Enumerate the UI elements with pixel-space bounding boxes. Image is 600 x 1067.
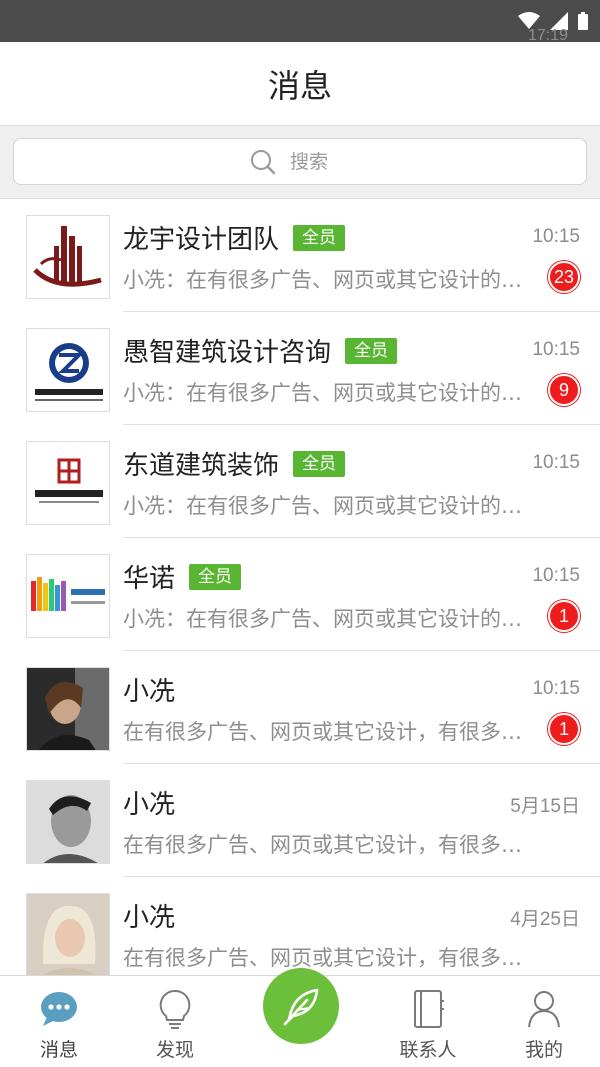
search-area: [0, 126, 600, 199]
conversation-item[interactable]: 龙宇设计团队 全员 10:15 小冼：在有很多广告、网页或其它设计的内容 23: [0, 199, 600, 312]
conversation-item[interactable]: 小冼 5月15日 在有很多广告、网页或其它设计，有很多内容: [0, 764, 600, 877]
message-preview: 在有很多广告、网页或其它设计，有很多内容: [123, 720, 533, 744]
name-line: 华诺 全员: [123, 558, 242, 595]
user-photo-icon: [27, 781, 109, 863]
unread-badge: 1: [548, 713, 580, 745]
huanuo-logo-icon: [31, 577, 105, 611]
conversation-name: 小冼: [123, 790, 176, 820]
avatar: [26, 893, 110, 975]
member-tag: 全员: [293, 450, 346, 477]
name-line: 小冼: [123, 671, 175, 708]
conversation-time: 10:15: [532, 226, 580, 247]
dongdao-logo-icon: [35, 458, 103, 503]
avatar: [26, 328, 110, 412]
battery-icon: [578, 12, 588, 30]
user-photo-icon: [27, 668, 109, 750]
avatar: [26, 780, 110, 864]
conversation-item[interactable]: 华诺 全员 10:15 小冼：在有很多广告、网页或其它设计的内容 1: [0, 538, 600, 651]
yuzhi-logo-icon: [35, 343, 103, 401]
conversation-time: 10:15: [532, 452, 580, 473]
tab-messages-label: 消息: [39, 1039, 78, 1061]
tab-messages[interactable]: 消息: [9, 976, 109, 1067]
name-line: 小冼: [123, 897, 175, 934]
tab-contacts[interactable]: 联系人: [378, 976, 478, 1067]
conversation-name: 东道建筑装饰: [123, 451, 280, 481]
user-photo-icon: [27, 894, 109, 975]
search-input[interactable]: [290, 150, 350, 173]
lightbulb-icon: [159, 989, 191, 1029]
message-preview: 在有很多广告、网页或其它设计，有很多内容: [123, 946, 533, 970]
conversation-item[interactable]: 东道建筑装饰 全员 10:15 小冼：在有很多广告、网页或其它设计的内容: [0, 425, 600, 538]
name-line: 东道建筑装饰 全员: [123, 445, 346, 482]
conversation-name: 小冼: [123, 903, 176, 933]
message-preview: 小冼：在有很多广告、网页或其它设计的内容: [123, 381, 533, 405]
tab-mine[interactable]: 我的: [494, 976, 594, 1067]
conversation-list: 龙宇设计团队 全员 10:15 小冼：在有很多广告、网页或其它设计的内容 23 …: [0, 199, 600, 975]
conversation-item[interactable]: 小冼 4月25日 在有很多广告、网页或其它设计，有很多内容: [0, 877, 600, 975]
avatar: [26, 441, 110, 525]
member-tag: 全员: [345, 337, 398, 364]
status-icons: 17:19: [518, 0, 588, 44]
conversation-name: 愚智建筑设计咨询: [123, 338, 332, 368]
member-tag: 全员: [189, 563, 242, 590]
unread-badge: 1: [548, 600, 580, 632]
conversation-time: 5月15日: [510, 796, 580, 817]
search-icon: [251, 149, 276, 174]
conversation-item[interactable]: 愚智建筑设计咨询 全员 10:15 小冼：在有很多广告、网页或其它设计的内容 9: [0, 312, 600, 425]
conversation-time: 10:15: [532, 565, 580, 586]
compose-button[interactable]: [263, 968, 339, 1044]
tab-discover[interactable]: 发现: [125, 976, 225, 1067]
conversation-item[interactable]: 小冼 10:15 在有很多广告、网页或其它设计，有很多内容 1: [0, 651, 600, 764]
bottom-tab-bar: 消息 发现 联系人 我的: [0, 968, 600, 1067]
conversation-name: 龙宇设计团队: [123, 225, 280, 255]
message-preview: 在有很多广告、网页或其它设计，有很多内容: [123, 833, 533, 857]
search-box[interactable]: [13, 138, 587, 185]
avatar: [26, 667, 110, 751]
message-preview: 小冼：在有很多广告、网页或其它设计的内容: [123, 494, 533, 518]
chat-bubble-icon: [41, 992, 77, 1026]
feather-icon: [283, 988, 319, 1026]
message-preview: 小冼：在有很多广告、网页或其它设计的内容: [123, 268, 533, 292]
header: 消息: [0, 42, 600, 126]
name-line: 小冼: [123, 784, 175, 821]
page-title: 消息: [267, 66, 332, 105]
tab-mine-label: 我的: [524, 1039, 563, 1061]
name-line: 龙宇设计团队 全员: [123, 219, 346, 256]
conversation-name: 华诺: [123, 564, 176, 594]
tab-contacts-label: 联系人: [399, 1039, 457, 1061]
message-preview: 小冼：在有很多广告、网页或其它设计的内容: [123, 607, 533, 631]
avatar: [26, 215, 110, 299]
longyu-logo-icon: [33, 226, 102, 287]
unread-badge: 9: [548, 374, 580, 406]
conversation-time: 4月25日: [510, 909, 580, 930]
conversation-name: 小冼: [123, 677, 176, 707]
address-book-icon: [414, 990, 444, 1028]
tab-discover-label: 发现: [155, 1039, 194, 1061]
unread-badge: 23: [547, 261, 580, 293]
user-icon: [528, 991, 560, 1028]
conversation-time: 10:15: [532, 678, 580, 699]
status-bar: 17:19: [0, 0, 600, 44]
conversation-time: 10:15: [532, 339, 580, 360]
member-tag: 全员: [293, 224, 346, 251]
avatar: [26, 554, 110, 638]
name-line: 愚智建筑设计咨询 全员: [123, 332, 398, 369]
